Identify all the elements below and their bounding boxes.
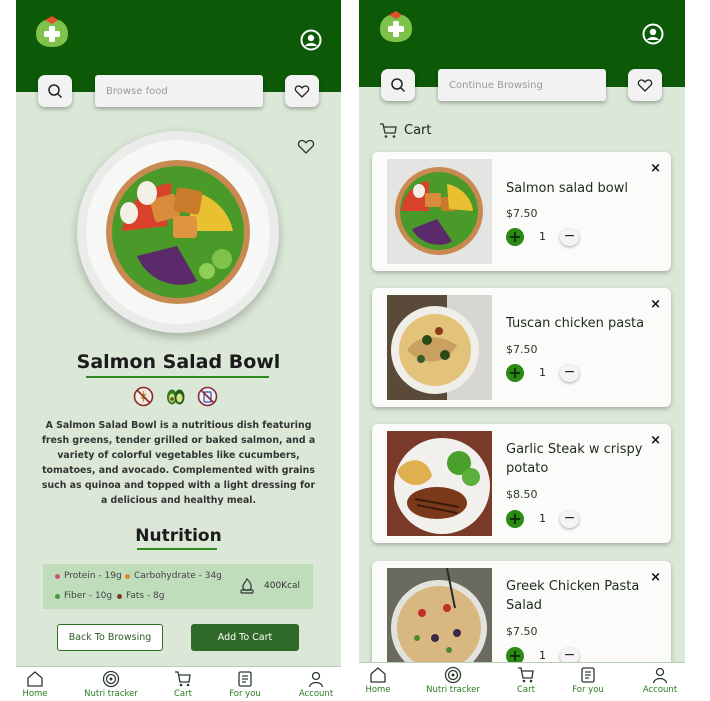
item-quantity: 1 xyxy=(539,649,546,662)
account-icon[interactable] xyxy=(300,29,322,51)
increase-quantity-button[interactable]: + xyxy=(506,228,524,246)
cart-item: Garlic Steak w crispy potato $8.50 + 1 −… xyxy=(372,424,671,543)
cart-heading: Cart xyxy=(379,122,432,139)
nav-nutri-tracker[interactable]: Nutri tracker xyxy=(78,670,144,699)
nutrient-protein: Protein - 19g xyxy=(55,571,122,581)
favorites-button[interactable] xyxy=(285,75,319,107)
item-price: $7.50 xyxy=(506,207,538,220)
decrease-quantity-button[interactable]: − xyxy=(560,365,579,382)
remove-item-icon[interactable]: × xyxy=(650,433,661,448)
increase-quantity-button[interactable]: + xyxy=(506,364,524,382)
cart-icon xyxy=(379,122,398,139)
tracker-icon xyxy=(444,666,462,684)
app-logo xyxy=(35,16,69,48)
calories-icon xyxy=(238,577,256,595)
nutrient-carbohydrate: Carbohydrate - 34g xyxy=(125,571,222,581)
add-to-cart-button[interactable]: Add To Cart xyxy=(191,624,299,651)
search-button[interactable] xyxy=(38,75,72,107)
nutrition-panel: Protein - 19g Carbohydrate - 34g Fiber -… xyxy=(43,564,313,609)
account-icon[interactable] xyxy=(642,23,664,45)
tracker-icon xyxy=(102,670,120,688)
item-name: Salmon salad bowl xyxy=(506,181,628,196)
heart-icon xyxy=(294,85,310,98)
title-underline xyxy=(86,376,269,378)
avocado-icon xyxy=(165,386,186,407)
heart-icon xyxy=(637,79,653,92)
cart-icon xyxy=(517,666,535,684)
nav-for-you[interactable]: For you xyxy=(555,666,621,695)
nutrition-heading: Nutrition xyxy=(135,526,222,546)
decrease-quantity-button[interactable]: − xyxy=(560,511,579,528)
decrease-quantity-button[interactable]: − xyxy=(560,229,579,246)
search-icon xyxy=(48,84,63,99)
notes-icon xyxy=(579,666,597,684)
increase-quantity-button[interactable]: + xyxy=(506,510,524,528)
bottom-nav: Home Nutri tracker Cart For you Account xyxy=(16,666,341,701)
search-button[interactable] xyxy=(381,69,415,101)
item-image xyxy=(387,568,492,673)
food-detail-screen: Browse food Salmon Salad Bowl A Salmon S… xyxy=(16,0,341,701)
food-image xyxy=(77,131,279,333)
search-input[interactable]: Continue Browsing xyxy=(438,69,606,101)
home-icon xyxy=(369,666,387,684)
home-icon xyxy=(26,670,44,688)
account-icon xyxy=(307,670,325,688)
nav-cart[interactable]: Cart xyxy=(493,666,559,695)
notes-icon xyxy=(236,670,254,688)
item-name: Tuscan chicken pasta xyxy=(506,316,645,331)
search-input[interactable]: Browse food xyxy=(95,75,263,107)
item-quantity: 1 xyxy=(539,512,546,525)
item-price: $7.50 xyxy=(506,343,538,356)
cart-screen: Continue Browsing Cart Salmon salad bowl… xyxy=(359,0,685,701)
nav-home[interactable]: Home xyxy=(16,670,68,699)
item-price: $8.50 xyxy=(506,488,538,501)
favorites-button[interactable] xyxy=(628,69,662,101)
calories-value: 400Kcal xyxy=(264,581,301,591)
item-price: $7.50 xyxy=(506,625,538,638)
nav-nutri-tracker[interactable]: Nutri tracker xyxy=(420,666,486,695)
nutrition-underline xyxy=(137,548,217,550)
nav-cart[interactable]: Cart xyxy=(150,670,216,699)
item-quantity: 1 xyxy=(539,366,546,379)
cart-item: Tuscan chicken pasta $7.50 + 1 − × xyxy=(372,288,671,407)
item-name: Garlic Steak w crispy potato xyxy=(506,442,643,476)
item-image xyxy=(387,295,492,400)
remove-item-icon[interactable]: × xyxy=(650,297,661,312)
no-gluten-icon xyxy=(133,386,154,407)
search-icon xyxy=(391,78,406,93)
nutrient-fiber: Fiber - 10g xyxy=(55,591,112,601)
item-image xyxy=(387,159,492,264)
remove-item-icon[interactable]: × xyxy=(650,161,661,176)
nav-for-you[interactable]: For you xyxy=(212,670,278,699)
item-quantity: 1 xyxy=(539,230,546,243)
bottom-nav: Home Nutri tracker Cart For you Account xyxy=(359,662,685,701)
item-image xyxy=(387,431,492,536)
nutrient-fats: Fats - 8g xyxy=(117,591,165,601)
favorite-heart-icon[interactable] xyxy=(297,137,315,155)
nav-account[interactable]: Account xyxy=(283,670,341,699)
food-title: Salmon Salad Bowl xyxy=(76,351,281,373)
diet-icons xyxy=(133,386,223,410)
food-description: A Salmon Salad Bowl is a nutritious dish… xyxy=(41,420,316,506)
nav-home[interactable]: Home xyxy=(359,666,411,695)
item-name: Greek Chicken Pasta Salad xyxy=(506,579,640,613)
no-dairy-icon xyxy=(197,386,218,407)
back-to-browsing-button[interactable]: Back To Browsing xyxy=(57,624,163,651)
cart-item: Salmon salad bowl $7.50 + 1 − × xyxy=(372,152,671,271)
account-icon xyxy=(651,666,669,684)
app-logo xyxy=(379,11,413,43)
remove-item-icon[interactable]: × xyxy=(650,570,661,585)
nav-account[interactable]: Account xyxy=(627,666,685,695)
cart-icon xyxy=(174,670,192,688)
